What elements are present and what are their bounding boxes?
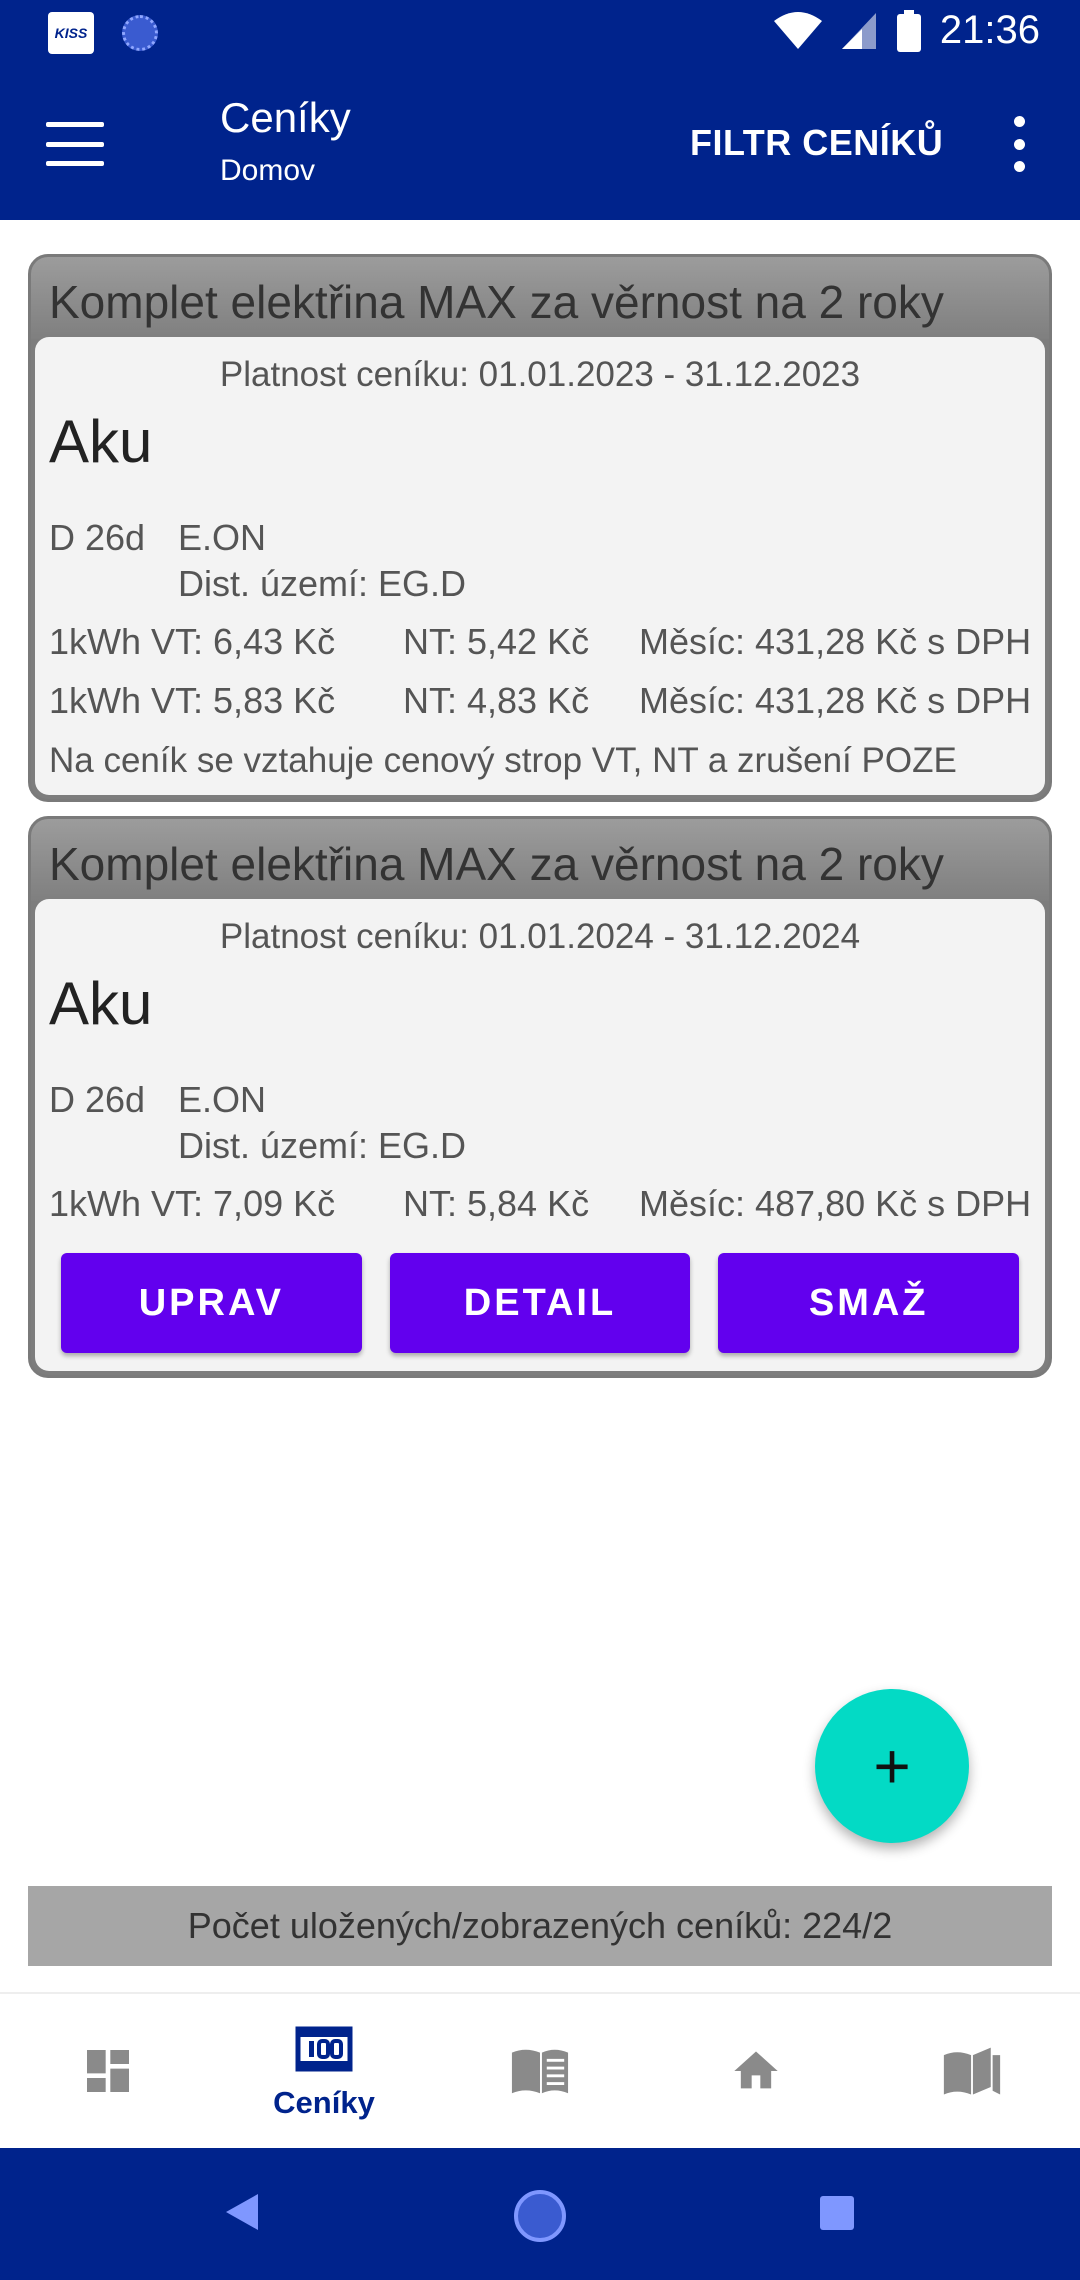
back-icon[interactable] <box>226 2194 258 2230</box>
tariff-name: Aku <box>49 408 153 475</box>
page-subtitle: Domov <box>220 154 316 187</box>
monthly-price: Měsíc: 487,80 Kč s DPH <box>639 1183 1032 1224</box>
monthly-price: Měsíc: 431,28 Kč s DPH <box>639 621 1032 662</box>
map-book-icon <box>942 2043 1002 2099</box>
screen: KISS 21:36 Ceníky Domov FILTR CENÍKŮ Kom… <box>0 0 1080 2280</box>
nt-price: NT: 5,84 Kč <box>403 1183 590 1224</box>
price-row: 1kWh VT: 5,83 Kč NT: 4,83 Kč Měsíc: 431,… <box>49 680 1035 724</box>
nt-price: NT: 4,83 Kč <box>403 680 590 721</box>
menu-icon[interactable] <box>40 114 110 174</box>
card-body: Platnost ceníku: 01.01.2023 - 31.12.2023… <box>35 337 1045 795</box>
battery-icon <box>896 9 921 52</box>
bottom-navigation: Ceníky <box>0 1992 1080 2148</box>
app-bar: Ceníky Domov FILTR CENÍKŮ <box>0 66 1080 220</box>
card-actions: UPRAV DETAIL SMAŽ <box>61 1253 1020 1353</box>
distributor-name: E.ON <box>178 1079 267 1120</box>
home-circle-icon[interactable] <box>514 2190 566 2242</box>
more-vert-icon[interactable] <box>1004 116 1034 172</box>
vt-price: 1kWh VT: 6,43 Kč <box>49 621 336 662</box>
add-price-list-button[interactable]: + <box>815 1689 969 1843</box>
distribution-area: Dist. území: EG.D <box>178 563 467 604</box>
monthly-price: Měsíc: 431,28 Kč s DPH <box>639 680 1032 721</box>
validity-text: Platnost ceníku: 01.01.2024 - 31.12.2024 <box>219 917 861 956</box>
nav-map-book[interactable] <box>864 1994 1080 2148</box>
card-title: Komplet elektřina MAX za věrnost na 2 ro… <box>31 819 1049 901</box>
book-icon <box>510 2043 570 2099</box>
price-cap-note: Na ceník se vztahuje cenový strop VT, NT… <box>49 741 957 780</box>
plus-icon: + <box>873 1730 911 1802</box>
nav-book[interactable] <box>432 1994 648 2148</box>
vt-price: 1kWh VT: 5,83 Kč <box>49 680 336 721</box>
validity-text: Platnost ceníku: 01.01.2023 - 31.12.2023 <box>219 355 861 394</box>
card-title: Komplet elektřina MAX za věrnost na 2 ro… <box>31 257 1049 339</box>
delete-button[interactable]: SMAŽ <box>718 1253 1020 1353</box>
nav-home[interactable] <box>648 1994 864 2148</box>
vt-price: 1kWh VT: 7,09 Kč <box>49 1183 336 1224</box>
edit-button[interactable]: UPRAV <box>61 1253 362 1353</box>
detail-button[interactable]: DETAIL <box>389 1253 691 1353</box>
tariff-name: Aku <box>49 970 153 1037</box>
page-title: Ceníky <box>220 94 351 141</box>
recent-apps-icon[interactable] <box>820 2196 854 2230</box>
nav-dashboard[interactable] <box>0 1994 216 2148</box>
home-icon <box>726 2043 786 2099</box>
distributor-name: E.ON <box>178 517 267 558</box>
signal-icon <box>841 12 876 49</box>
price-list-icon <box>294 2021 354 2077</box>
clock: 21:36 <box>939 8 1040 52</box>
price-list-card[interactable]: Komplet elektřina MAX za věrnost na 2 ro… <box>28 254 1052 802</box>
loading-icon <box>122 15 158 51</box>
nav-label: Ceníky <box>273 2085 375 2120</box>
dashboard-icon <box>78 2043 138 2099</box>
nt-price: NT: 5,42 Kč <box>403 621 590 662</box>
card-body: Platnost ceníku: 01.01.2024 - 31.12.2024… <box>35 899 1045 1371</box>
price-row: 1kWh VT: 6,43 Kč NT: 5,42 Kč Měsíc: 431,… <box>49 621 1035 665</box>
status-bar: KISS 21:36 <box>0 0 1080 66</box>
rate-code: D 26d <box>49 517 146 558</box>
distribution-area: Dist. území: EG.D <box>178 1125 467 1166</box>
price-row: 1kWh VT: 7,09 Kč NT: 5,84 Kč Měsíc: 487,… <box>49 1183 1035 1227</box>
nav-price-lists[interactable]: Ceníky <box>216 1994 432 2148</box>
price-list-card[interactable]: Komplet elektřina MAX za věrnost na 2 ro… <box>28 816 1052 1378</box>
filter-price-lists-button[interactable]: FILTR CENÍKŮ <box>690 122 943 164</box>
rate-code: D 26d <box>49 1079 146 1120</box>
kiss-app-icon: KISS <box>48 12 94 54</box>
system-navigation-bar <box>0 2148 1080 2280</box>
saved-count-bar: Počet uložených/zobrazených ceníků: 224/… <box>28 1886 1052 1966</box>
wifi-icon <box>773 11 822 49</box>
